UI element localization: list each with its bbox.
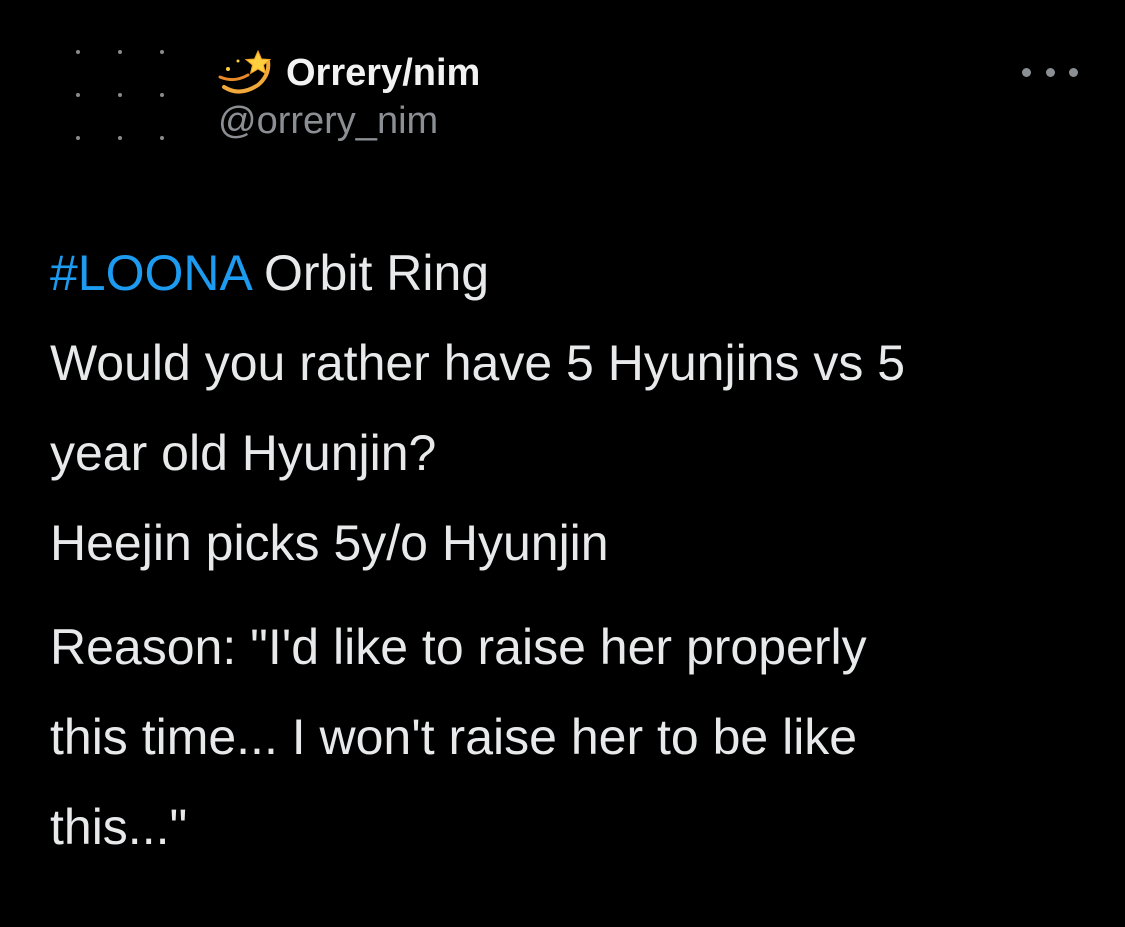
tweet-line-1: #LOONA Orbit Ring — [50, 228, 1100, 318]
user-handle[interactable]: @orrery_nim — [218, 100, 438, 143]
avatar-star-dot — [118, 50, 122, 54]
avatar-star-dot — [160, 136, 164, 140]
avatar-star-dot — [160, 93, 164, 97]
tweet-line-6: this time... I won't raise her to be lik… — [50, 709, 858, 765]
tweet-card: Orrery/nim @orrery_nim #LOONA Orbit Ring… — [0, 0, 1125, 927]
more-options-icon[interactable] — [1022, 58, 1078, 86]
tweet-line-5: Reason: "I'd like to raise her properly — [50, 619, 867, 675]
avatar[interactable] — [60, 40, 176, 156]
avatar-star-dot — [76, 136, 80, 140]
more-dot — [1022, 67, 1031, 77]
avatar-star-dot — [118, 93, 122, 97]
tweet-line-7: this..." — [50, 799, 188, 855]
tweet-line-4: Heejin picks 5y/o Hyunjin — [50, 515, 609, 571]
avatar-star-dot — [160, 50, 164, 54]
tweet-text: #LOONA Orbit Ring Would you rather have … — [50, 228, 1100, 872]
tweet-line-2: Would you rather have 5 Hyunjins vs 5 — [50, 335, 906, 391]
avatar-star-dot — [76, 50, 80, 54]
hashtag-link[interactable]: #LOONA — [50, 245, 250, 301]
display-name: Orrery/nim — [286, 51, 481, 94]
more-dot — [1045, 67, 1055, 77]
tweet-line-3: year old Hyunjin? — [50, 425, 437, 481]
shooting-star-icon — [218, 49, 272, 94]
tweet-line-1-text: Orbit Ring — [250, 245, 490, 301]
avatar-star-dot — [76, 93, 80, 97]
author-name-row[interactable]: Orrery/nim — [218, 46, 480, 100]
avatar-star-dot — [118, 136, 122, 140]
more-dot — [1069, 67, 1078, 77]
